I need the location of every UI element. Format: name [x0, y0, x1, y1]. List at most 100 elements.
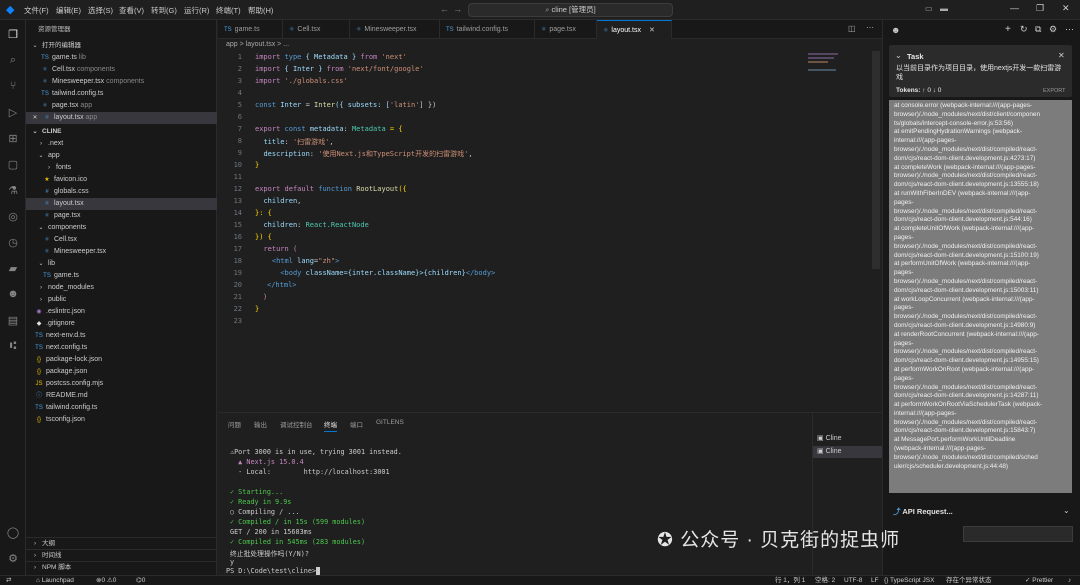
tree-file[interactable]: ⚛ Cell.tsx	[26, 234, 217, 246]
menu-selection[interactable]: 选择(S)	[88, 5, 113, 16]
tree-file[interactable]: {} tsconfig.json	[26, 414, 217, 426]
settings-icon[interactable]: ⚙	[1049, 24, 1057, 35]
tab-game-ts[interactable]: TS game.ts	[218, 20, 283, 39]
cline-icon[interactable]: ☻	[5, 286, 21, 302]
tree-file[interactable]: TS next-env.d.ts	[26, 330, 217, 342]
tree-file-active[interactable]: ⚛ layout.tsx	[26, 198, 217, 210]
prettier-item[interactable]: ✓ Prettier	[1025, 576, 1053, 585]
bell-icon[interactable]: ♪	[1068, 576, 1071, 585]
project-header[interactable]: ⌄ CLINE	[26, 126, 217, 138]
eol[interactable]: LF	[871, 576, 879, 585]
tree-file[interactable]: ⚛ page.tsx	[26, 210, 217, 222]
chat-status[interactable]: 存在个异常状态	[946, 576, 992, 585]
launchpad-item[interactable]: ⌂ Launchpad	[36, 576, 74, 585]
tree-file[interactable]: {} package.json	[26, 366, 217, 378]
open-editor-item[interactable]: ⚛ Minesweeper.tsx components	[26, 76, 217, 88]
tab-page-tsx[interactable]: ⚛ page.tsx	[535, 20, 597, 39]
tree-file[interactable]: TS game.ts	[26, 270, 217, 282]
ports-item[interactable]: ⌬0	[136, 576, 145, 585]
terminal-instance-active[interactable]: ▣ Cline	[813, 446, 882, 458]
open-editors-header[interactable]: ⌄ 打开的编辑器	[26, 40, 217, 52]
tree-folder[interactable]: › fonts	[26, 162, 217, 174]
layout-icon[interactable]: ▭	[925, 4, 933, 13]
history-icon[interactable]: ↻	[1020, 24, 1028, 35]
menu-terminal[interactable]: 终端(T)	[216, 5, 241, 16]
tab-debug-console[interactable]: 调试控制台	[280, 419, 313, 429]
explorer-icon[interactable]: ❐	[5, 26, 21, 42]
tab-problems[interactable]: 问题	[228, 419, 241, 429]
menu-go[interactable]: 转到(G)	[151, 5, 177, 16]
cursor-position[interactable]: 行 1，列 1	[775, 576, 805, 585]
language-mode[interactable]: {} TypeScript JSX	[884, 576, 934, 585]
menu-view[interactable]: 查看(V)	[119, 5, 144, 16]
extensions-icon[interactable]: ⊞	[5, 130, 21, 146]
tab-tailwind-config[interactable]: TS tailwind.config.ts	[440, 20, 535, 39]
tab-layout-tsx[interactable]: ⚛ layout.tsx ✕	[597, 20, 672, 39]
docker-icon[interactable]: ▰	[5, 260, 21, 276]
export-button[interactable]: EXPORT	[1043, 88, 1066, 94]
split-editor-icon[interactable]: ◫	[848, 24, 856, 33]
minimize-icon[interactable]: —	[1010, 3, 1019, 13]
indentation[interactable]: 空格: 2	[815, 576, 835, 585]
bookmarks-icon[interactable]: ▤	[5, 312, 21, 328]
open-editor-item[interactable]: TS game.ts lib	[26, 52, 217, 64]
source-control-icon[interactable]: ⑂	[5, 78, 21, 94]
tree-file[interactable]: ⓘ README.md	[26, 390, 217, 402]
nav-forward-icon[interactable]: →	[453, 4, 462, 14]
plus-icon[interactable]: +	[1005, 24, 1011, 35]
open-editor-item[interactable]: TS tailwind.config.ts	[26, 88, 217, 100]
tree-folder[interactable]: › .next	[26, 138, 217, 150]
code-editor[interactable]: 1 2 3 4 5 6 7 8 9 10 11 12 13 14 15 16 1…	[218, 51, 880, 411]
settings-gear-icon[interactable]: ⚙	[5, 550, 21, 566]
close-icon[interactable]: ✕	[1058, 51, 1065, 60]
tree-file[interactable]: ⚛ Minesweeper.tsx	[26, 246, 217, 258]
tree-file[interactable]: JS postcss.config.mjs	[26, 378, 217, 390]
terminal-prompt[interactable]: PS D:\Code\test\cline>_	[226, 567, 321, 575]
menu-run[interactable]: 运行(R)	[184, 5, 209, 16]
open-editor-item-active[interactable]: ✕ ⚛ layout.tsx app	[26, 112, 217, 124]
chat-input[interactable]	[963, 526, 1073, 542]
tree-folder[interactable]: ⌄ app	[26, 150, 217, 162]
outline-section[interactable]: › 大纲	[26, 537, 217, 549]
api-request-row[interactable]: ⤴ API Request...	[893, 506, 953, 517]
tree-file[interactable]: ◆ .gitignore	[26, 318, 217, 330]
tab-gitlens[interactable]: GITLENS	[376, 419, 404, 426]
more-icon[interactable]: ⋯	[1065, 24, 1074, 35]
command-center-search[interactable]: ⌕ cline [管理员]	[468, 3, 673, 17]
tree-file[interactable]: ◉ .eslintrc.json	[26, 306, 217, 318]
timeline-icon[interactable]: ◷	[5, 234, 21, 250]
tree-file[interactable]: {} package-lock.json	[26, 354, 217, 366]
gitlens-icon[interactable]: ◎	[5, 208, 21, 224]
search-icon[interactable]: ⌕	[5, 52, 21, 68]
chevron-down-icon[interactable]: ⌄	[895, 51, 902, 60]
encoding[interactable]: UTF-8	[844, 576, 862, 585]
account-icon[interactable]: ◯	[5, 524, 21, 540]
run-debug-icon[interactable]: ▷	[5, 104, 21, 120]
remote-icon[interactable]: ⇄	[6, 576, 11, 585]
task-card[interactable]: ⌄ Task ✕ 以当前目录作为项目目录，使用nextjs开发一款扫雷游戏 To…	[889, 45, 1072, 97]
tab-ports[interactable]: 端口	[350, 419, 363, 429]
nav-back-icon[interactable]: ←	[440, 4, 449, 14]
tree-folder[interactable]: ⌄ components	[26, 222, 217, 234]
terminal-instance[interactable]: ▣ Cline	[817, 434, 842, 442]
close-icon[interactable]: ✕	[649, 27, 655, 34]
breadcrumb[interactable]: app > layout.tsx > ...	[218, 39, 868, 51]
panel-toggle-icon[interactable]: ▬	[940, 4, 948, 13]
more-actions-icon[interactable]: ⋯	[866, 23, 874, 32]
npm-scripts-section[interactable]: › NPM 脚本	[26, 561, 217, 573]
chevron-down-icon[interactable]: ⌄	[1063, 506, 1070, 515]
minimap[interactable]	[808, 51, 848, 91]
tab-cell-tsx[interactable]: ⚛ Cell.tsx	[283, 20, 350, 39]
remote-explorer-icon[interactable]: ▢	[5, 156, 21, 172]
problems-item[interactable]: ⊗0 ⚠0	[96, 576, 116, 585]
tree-folder[interactable]: ⌄ lib	[26, 258, 217, 270]
close-icon[interactable]: ✕	[30, 112, 40, 124]
tree-file[interactable]: TS tailwind.config.ts	[26, 402, 217, 414]
editor-scrollbar[interactable]	[872, 51, 880, 269]
tree-folder[interactable]: › node_modules	[26, 282, 217, 294]
restore-icon[interactable]: ❐	[1036, 3, 1044, 14]
tab-output[interactable]: 输出	[254, 419, 267, 429]
tab-minesweeper-tsx[interactable]: ⚛ Minesweeper.tsx	[350, 20, 440, 39]
tree-folder[interactable]: › public	[26, 294, 217, 306]
menu-edit[interactable]: 编辑(E)	[56, 5, 81, 16]
